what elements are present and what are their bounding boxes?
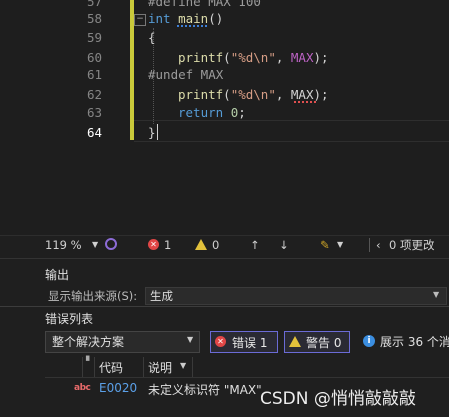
output-source-value: 生成 [150, 289, 173, 303]
code-line-close-brace[interactable]: } [148, 123, 156, 143]
pin-icon: ▘ [86, 357, 93, 367]
changes-count[interactable]: 0 项更改 [389, 235, 434, 255]
column-separator[interactable] [192, 357, 193, 377]
keyword-int: int [148, 11, 171, 26]
collapse-icon[interactable]: − [134, 14, 146, 26]
scope-value: 整个解决方案 [52, 335, 125, 349]
error-icon[interactable]: ✕ [148, 239, 159, 250]
arrow-down-icon[interactable]: ↓ [279, 235, 289, 255]
output-title: 输出 [45, 268, 70, 282]
column-separator[interactable] [94, 357, 95, 377]
messages-filter-label[interactable]: 展示 36 个消 [380, 333, 449, 350]
warning-icon[interactable] [195, 239, 207, 250]
watermark: CSDN @悄悄敲敲敲 [260, 389, 416, 409]
errors-filter-label: 错误 1 [232, 336, 268, 350]
chevron-down-icon[interactable]: ▼ [433, 290, 439, 299]
code-line-undef[interactable]: #undef MAX [148, 65, 223, 85]
chevron-down-icon[interactable]: ▼ [337, 235, 343, 255]
brush-icon[interactable]: ✎ [320, 235, 330, 255]
chevron-down-icon[interactable]: ▼ [92, 235, 98, 255]
divider [0, 306, 449, 307]
line-number: 59 [86, 30, 102, 45]
output-source-select[interactable] [145, 287, 447, 305]
code-line-open-brace[interactable]: { [148, 28, 156, 48]
column-header-code[interactable]: 代码 [99, 359, 123, 376]
column-separator[interactable] [82, 357, 83, 377]
output-source-label: 显示输出来源(S): [48, 289, 138, 303]
chevron-down-icon[interactable]: ▼ [187, 335, 193, 344]
chevron-left-icon[interactable]: ‹ [376, 235, 381, 255]
warning-count[interactable]: 0 [212, 235, 219, 255]
code-line-return[interactable]: return 0; [178, 103, 246, 123]
intellicode-icon[interactable] [105, 238, 117, 250]
line-number: 63 [86, 105, 102, 120]
function-main: main [178, 11, 209, 26]
error-code[interactable]: E0020 [99, 381, 137, 395]
info-icon: i [363, 335, 375, 347]
error-squiggle [294, 101, 317, 103]
zoom-level[interactable]: 119 % [45, 235, 82, 255]
current-line-highlight [134, 120, 449, 142]
line-number: 62 [86, 87, 102, 102]
line-number: 61 [86, 67, 102, 82]
warnings-filter-label: 警告 0 [306, 336, 342, 350]
divider [369, 238, 370, 252]
error-description: 未定义标识符 "MAX" [148, 383, 262, 397]
error-count[interactable]: 1 [164, 235, 171, 255]
error-list-title: 错误列表 [45, 312, 94, 326]
text-cursor [157, 124, 158, 140]
line-number: 58 [86, 11, 102, 26]
column-header-description[interactable]: 说明 [148, 359, 172, 376]
warning-icon [289, 336, 301, 347]
line-number-current: 64 [86, 125, 102, 140]
spelling-error-icon: abc [74, 383, 91, 393]
info-squiggle [177, 25, 208, 27]
error-icon: ✕ [215, 336, 226, 347]
arrow-up-icon[interactable]: ↑ [250, 235, 260, 255]
column-separator[interactable] [143, 357, 144, 377]
chevron-down-icon[interactable]: ▼ [180, 361, 186, 370]
editor-margin [0, 0, 40, 235]
